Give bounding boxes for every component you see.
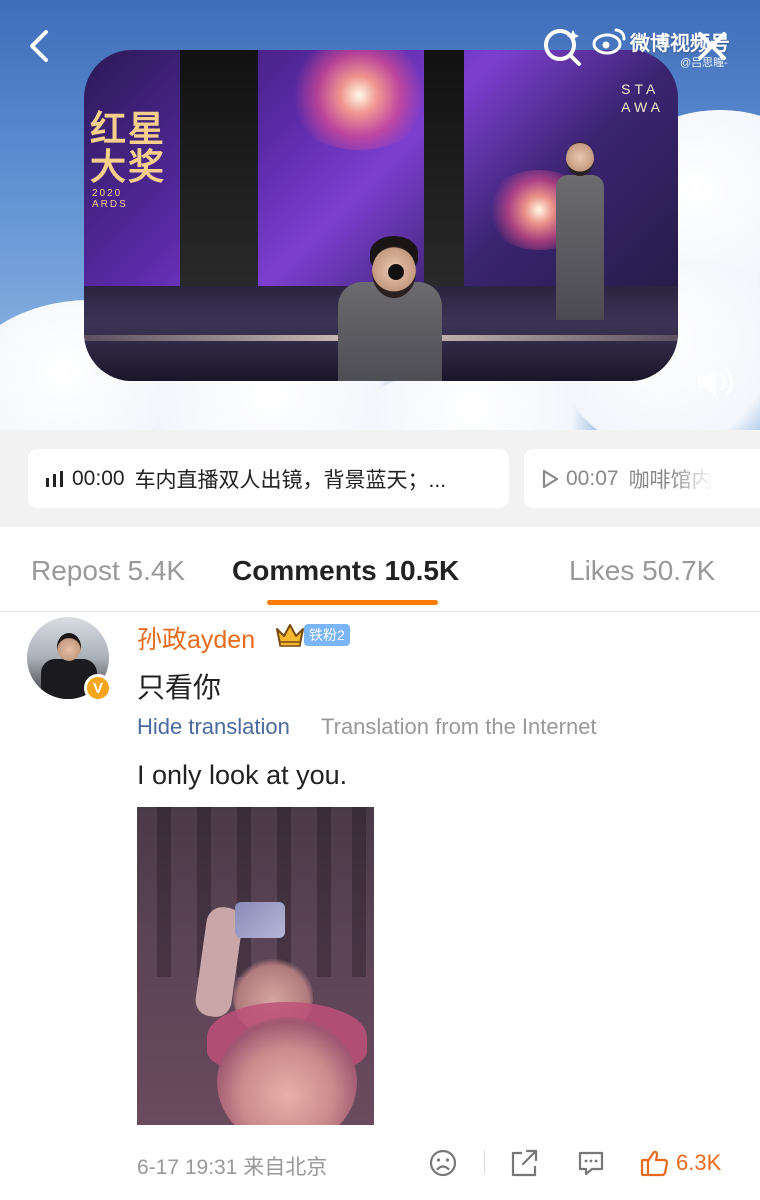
comment-icon [578, 1151, 604, 1176]
star-awards-text: STA AWA [621, 81, 664, 115]
video-player[interactable]: 红星 大奖 2020 ARDS STA AWA 微博视频号 @吕思瞳- [0, 0, 760, 430]
volume-button[interactable] [694, 362, 738, 402]
comment-timestamp: 6-17 19:31 来自北京 [137, 1156, 328, 1179]
action-divider [484, 1150, 485, 1174]
chapter-title: 咖啡馆内 [628, 468, 713, 492]
comment-attached-image[interactable] [137, 807, 374, 1125]
verified-badge: V [84, 674, 112, 702]
tab-likes[interactable]: Likes 50.7K [569, 555, 715, 587]
video-frame[interactable]: 红星 大奖 2020 ARDS STA AWA [84, 50, 678, 381]
audio-bars-icon [46, 470, 63, 487]
crown-icon [276, 624, 304, 647]
host-figure [556, 175, 604, 320]
tab-comments[interactable]: Comments 10.5K [232, 555, 459, 587]
search-button[interactable] [540, 24, 584, 68]
weibo-logo-icon [592, 28, 626, 55]
hide-translation-link[interactable]: Hide translation [137, 714, 290, 740]
back-button[interactable] [22, 26, 62, 66]
chevron-left-icon [30, 30, 48, 62]
frown-face-icon [429, 1149, 457, 1177]
stage-pillar [180, 50, 258, 290]
chapter-time: 00:07 [566, 466, 619, 490]
stage-flower-light [284, 50, 434, 150]
microphone [388, 264, 404, 280]
close-icon [698, 32, 726, 60]
fan-level-badge: 铁粉2 [304, 624, 350, 646]
curtain-fold [277, 807, 291, 977]
curtain-fold [157, 807, 171, 977]
stage-logo-small: 2020 ARDS [92, 188, 128, 210]
thumbs-up-icon [640, 1150, 669, 1177]
host-head [566, 142, 594, 176]
stage-logo: 红星 大奖 [90, 108, 167, 188]
search-icon [544, 29, 581, 66]
close-button[interactable] [692, 26, 732, 66]
curtain-fold [352, 807, 366, 977]
volume-icon [698, 367, 733, 397]
interaction-tabs: Repost 5.4K Comments 10.5K Likes 50.7K [0, 527, 760, 612]
like-button[interactable]: 6.3K [640, 1146, 740, 1180]
chapter-title: 车内直播双人出镜，背景蓝天；... [134, 468, 447, 492]
like-count: 6.3K [676, 1150, 722, 1175]
avatar-head [57, 633, 81, 661]
chapter-time: 00:00 [72, 466, 125, 490]
share-icon [511, 1149, 538, 1177]
video-chapters: 00:00 车内直播双人出镜，背景蓝天；... 00:07 咖啡馆内 [0, 430, 760, 527]
comment-username[interactable]: 孙政ayden [137, 620, 255, 656]
play-icon [542, 469, 559, 488]
share-button[interactable] [508, 1146, 540, 1180]
phone-in-hand [235, 902, 285, 938]
tab-repost[interactable]: Repost 5.4K [31, 555, 185, 587]
translation-source-note: Translation from the Internet [321, 714, 597, 739]
curtain-fold [317, 807, 331, 977]
reply-button[interactable] [575, 1146, 607, 1180]
dislike-button[interactable] [427, 1146, 459, 1180]
translated-comment-text: I only look at you. [137, 760, 348, 790]
curtain-fold [237, 807, 251, 977]
chapter-item[interactable]: 00:07 咖啡馆内 [524, 449, 760, 508]
active-tab-indicator [267, 600, 438, 605]
comment-text: 只看你 [137, 672, 222, 703]
chapter-item-active[interactable]: 00:00 车内直播双人出镜，背景蓝天；... [28, 449, 509, 508]
